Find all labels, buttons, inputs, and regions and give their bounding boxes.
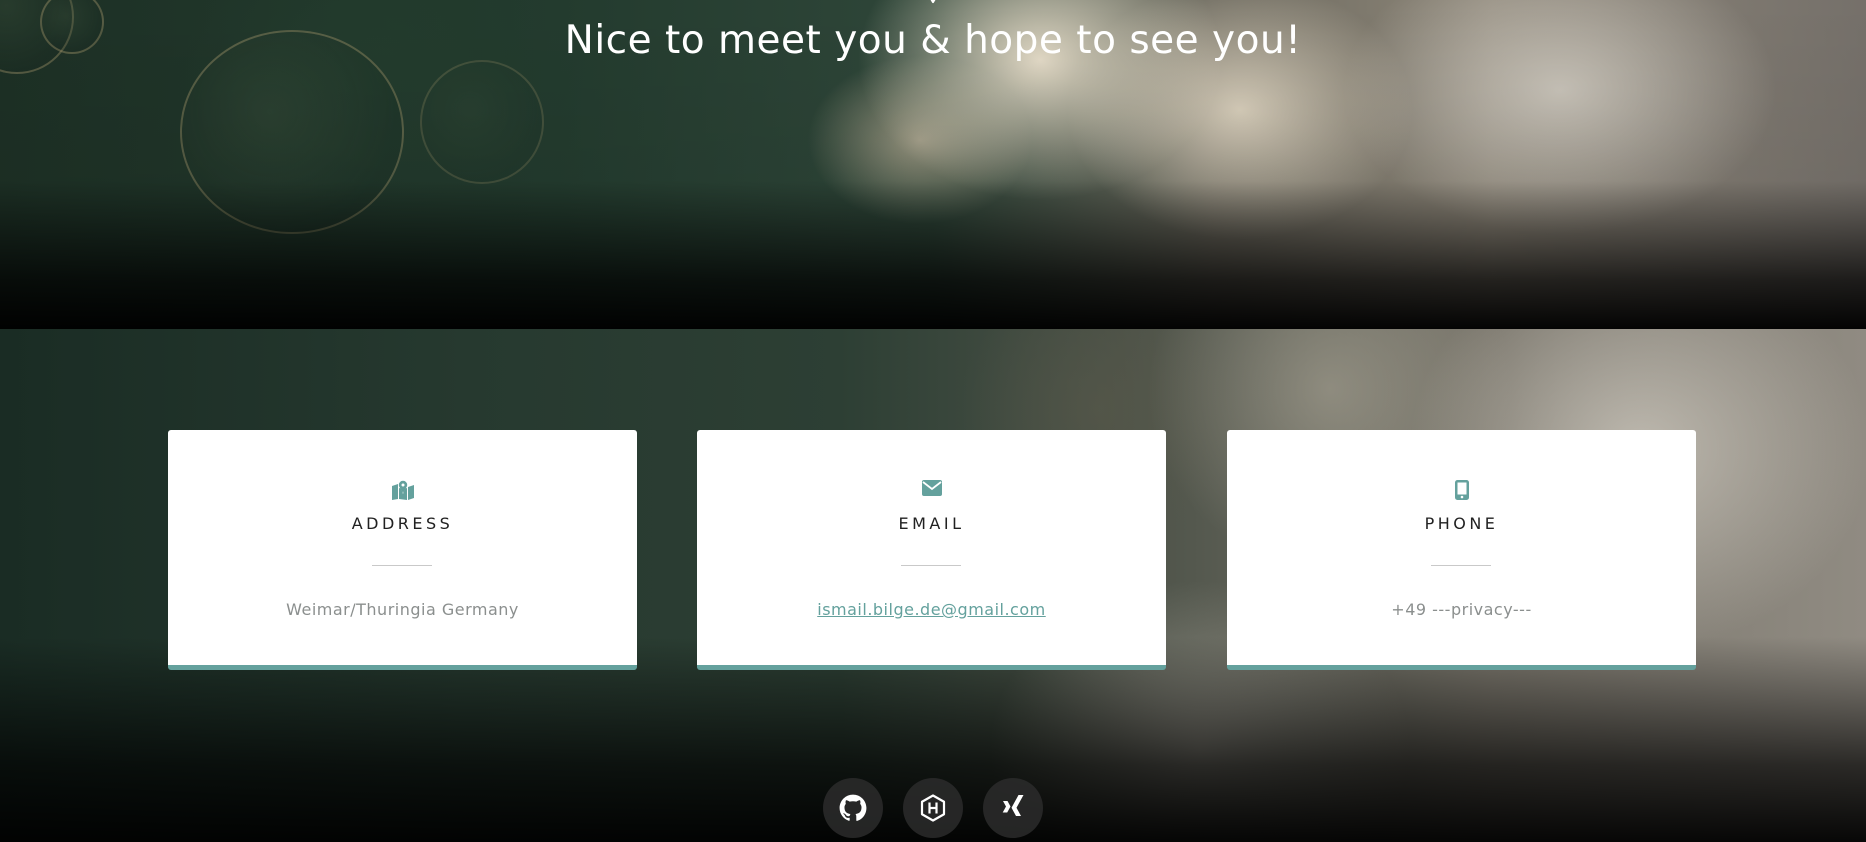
phone-card: Phone +49 ---privacy---: [1227, 430, 1696, 670]
address-value: Weimar/Thuringia Germany: [286, 600, 519, 619]
address-card-title: Address: [351, 514, 454, 533]
phone-card-title: Phone: [1424, 514, 1499, 533]
email-card-title: Email: [898, 514, 965, 533]
divider: [901, 565, 961, 566]
github-link[interactable]: [823, 778, 883, 838]
hero-section: Nice to meet you & hope to see you!: [0, 0, 1866, 329]
mobile-phone-icon: [1227, 480, 1696, 500]
hackerrank-link[interactable]: [903, 778, 963, 838]
divider: [372, 565, 432, 566]
divider: [1431, 565, 1491, 566]
github-icon: [839, 794, 867, 821]
envelope-icon: [697, 480, 1166, 500]
phone-value: +49 ---privacy---: [1391, 600, 1532, 619]
xing-link[interactable]: [983, 778, 1043, 838]
hackerrank-icon: [920, 794, 946, 822]
email-link[interactable]: ismail.bilge.de@gmail.com: [697, 600, 1166, 619]
map-marked-icon: [168, 480, 637, 500]
contact-section: Address Weimar/Thuringia Germany Email i…: [0, 329, 1866, 842]
star-icon: [930, 0, 936, 4]
xing-icon: [1002, 795, 1024, 816]
hero-title: Nice to meet you & hope to see you!: [564, 18, 1302, 63]
email-card: Email ismail.bilge.de@gmail.com: [697, 430, 1166, 670]
address-card: Address Weimar/Thuringia Germany: [168, 430, 637, 670]
